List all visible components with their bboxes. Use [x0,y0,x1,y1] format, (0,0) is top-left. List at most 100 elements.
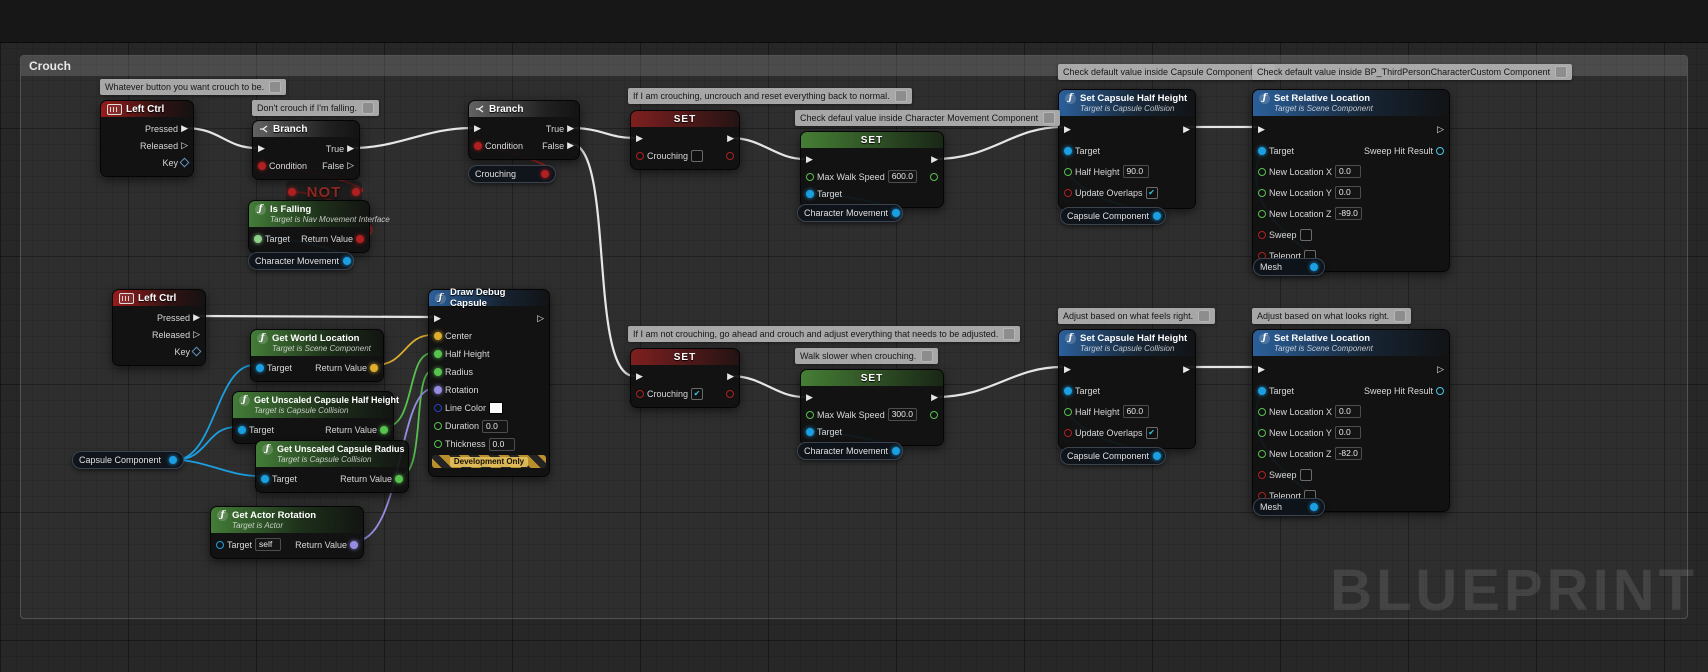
exec-pin-released[interactable]: ▷ [181,141,188,150]
new-location-x-pin[interactable] [1258,167,1266,176]
exec-out-pin[interactable]: ▶ [727,134,734,143]
comment-bubble-icon[interactable] [921,350,934,362]
sweep-pin[interactable] [1258,470,1266,479]
target-pin[interactable] [216,540,224,549]
variable-node-capsule-component-1[interactable]: Capsule Component [72,451,184,469]
comment-bubble-icon[interactable] [269,81,282,93]
comment-bubble[interactable]: Walk slower when crouching. [795,348,939,364]
exec-out-pin[interactable]: ▶ [931,155,938,164]
exec-in-pin[interactable]: ▶ [1258,125,1265,134]
variable-node-character-movement-3[interactable]: Character Movement [797,442,903,460]
get-unscaled-capsule-radius-node[interactable]: ƒ Get Unscaled Capsule Radius Target is C… [255,440,409,493]
target-pin[interactable] [1258,386,1266,395]
new-location-y-input[interactable]: 0.0 [1334,426,1361,439]
return-pin[interactable] [370,363,378,372]
set-crouching-node-2[interactable]: SET ▶ ▶ Crouching ✔ [630,348,740,408]
value-pin[interactable] [806,172,814,181]
comment-bubble-icon[interactable] [894,90,907,102]
branch-node-2[interactable]: Branch ▶ True ▶ Condition False ▶ [468,100,580,160]
return-pin[interactable] [380,425,388,434]
half-height-input[interactable]: 60.0 [1122,405,1149,418]
update-overlaps-pin[interactable] [1064,188,1072,197]
comment-bubble-icon[interactable] [1043,112,1056,124]
value-pin[interactable] [636,389,644,398]
comment-bubble-icon[interactable] [1555,66,1568,78]
set-crouching-node-1[interactable]: SET ▶ ▶ Crouching [630,110,740,170]
output-pin[interactable] [1310,263,1318,271]
new-location-x-input[interactable]: 0.0 [1335,165,1362,178]
variable-node-capsule-component-3[interactable]: Capsule Component [1060,447,1166,465]
comment-bubble-icon[interactable] [361,102,374,114]
variable-node-character-movement-2[interactable]: Character Movement [797,204,903,222]
output-value-pin[interactable] [930,410,938,419]
new-location-z-input[interactable]: -89.0 [1334,207,1362,220]
set-capsule-half-height-node-2[interactable]: ƒ Set Capsule Half Height Target is Capsu… [1058,329,1196,449]
exec-false-pin[interactable]: ▷ [347,161,354,170]
output-value-pin[interactable] [726,389,734,398]
draw-debug-capsule-node[interactable]: ƒ Draw Debug Capsule ▶ ▷ Center Half Heig… [428,287,550,477]
condition-pin[interactable] [258,161,266,170]
comment-bubble[interactable]: Check default value inside Capsule Compo… [1058,64,1275,80]
half-height-input[interactable]: 90.0 [1122,165,1149,178]
condition-pin[interactable] [474,141,482,150]
output-pin[interactable] [343,257,352,265]
comment-bubble-icon[interactable] [1198,310,1211,322]
return-pin[interactable] [356,234,364,243]
key-pin[interactable] [191,346,202,357]
get-actor-rotation-node[interactable]: ƒ Get Actor Rotation Target is Actor Targ… [210,506,364,559]
sweep-checkbox[interactable] [1299,228,1312,241]
thickness-input[interactable]: 0.0 [488,437,515,451]
sweep-pin[interactable] [1258,230,1266,239]
variable-node-mesh-1[interactable]: Mesh [1253,258,1325,276]
new-location-x-pin[interactable] [1258,407,1266,416]
set-capsule-half-height-node-1[interactable]: ƒ Set Capsule Half Height Target is Capsu… [1058,89,1196,209]
set-max-walk-speed-node-1[interactable]: SET ▶ ▶ Max Walk Speed 600.0 Target [800,131,944,208]
target-pin[interactable] [254,234,262,243]
output-pin[interactable] [169,456,177,464]
comment-bubble[interactable]: Whatever button you want crouch to be. [100,79,287,95]
sweep-hit-result-pin[interactable] [1436,386,1444,395]
duration-pin[interactable] [434,422,442,430]
target-pin[interactable] [1258,146,1266,155]
return-pin[interactable] [350,540,358,549]
update-overlaps-checkbox[interactable]: ✔ [1145,186,1158,199]
half-height-pin[interactable] [434,350,442,358]
target-pin[interactable] [256,363,264,372]
new-location-x-input[interactable]: 0.0 [1335,405,1362,418]
update-overlaps-pin[interactable] [1064,428,1072,437]
comment-bubble-icon[interactable] [1394,310,1407,322]
comment-bubble[interactable]: If I am not crouching, go ahead and crou… [628,326,1021,342]
exec-pin-pressed[interactable]: ▶ [193,313,200,322]
new-location-z-input[interactable]: -82.0 [1334,447,1362,460]
output-pin[interactable] [541,170,549,178]
crouching-checkbox[interactable]: ✔ [691,387,704,400]
exec-pin-released[interactable]: ▷ [193,330,200,339]
set-relative-location-node-2[interactable]: ƒ Set Relative Location Target is Scene C… [1252,329,1450,512]
target-pin[interactable] [261,474,269,483]
exec-out-pin[interactable]: ▶ [727,372,734,381]
exec-in-pin[interactable]: ▶ [1064,125,1071,134]
new-location-z-p[interactable] [1258,449,1266,458]
exec-in-pin[interactable]: ▶ [474,124,481,133]
exec-in-pin[interactable]: ▶ [636,372,643,381]
exec-out-pin[interactable]: ▶ [1183,365,1190,374]
variable-node-mesh-2[interactable]: Mesh [1253,498,1325,516]
get-world-location-node[interactable]: ƒ Get World Location Target is Scene Comp… [250,329,384,382]
exec-in-pin[interactable]: ▶ [434,313,441,323]
exec-out-pin[interactable]: ▷ [1437,125,1444,134]
target-pin[interactable] [1064,386,1072,395]
exec-in-pin[interactable]: ▶ [1258,365,1265,374]
output-pin[interactable] [1153,452,1162,460]
thickness-pin[interactable] [434,440,442,448]
exec-out-pin[interactable]: ▷ [537,313,544,323]
crouching-checkbox[interactable] [691,149,704,162]
exec-pin-pressed[interactable]: ▶ [181,124,188,133]
line-color-swatch[interactable] [489,402,504,414]
rotation-pin[interactable] [434,386,442,394]
branch-node-1[interactable]: Branch ▶ True ▶ Condition False ▷ [252,120,360,180]
sweep-checkbox[interactable] [1299,468,1312,481]
exec-true-pin[interactable]: ▶ [567,124,574,133]
exec-in-pin[interactable]: ▶ [636,134,643,143]
is-falling-node[interactable]: ƒ Is Falling Target is Nav Movement Inter… [248,200,390,253]
exec-true-pin[interactable]: ▶ [347,144,354,153]
